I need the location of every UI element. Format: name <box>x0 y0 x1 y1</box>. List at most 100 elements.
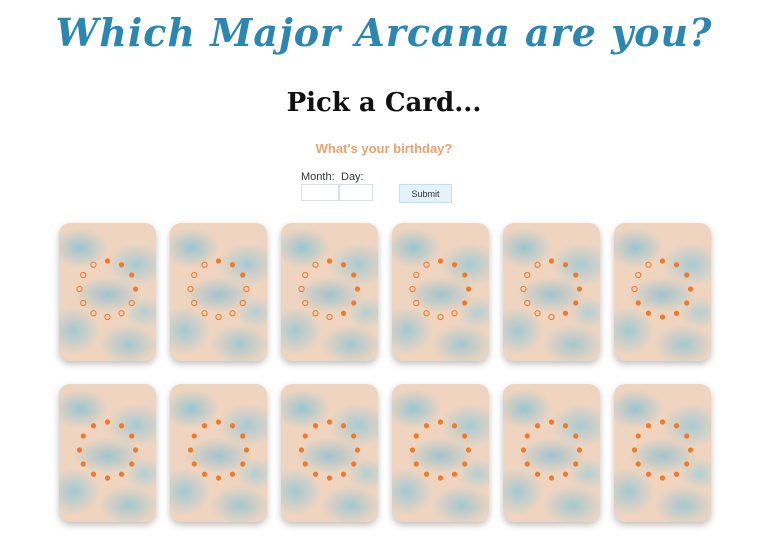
filled-dot <box>687 286 694 292</box>
filled-dot <box>229 423 236 429</box>
empty-dot <box>409 285 416 293</box>
filled-dot <box>659 258 666 264</box>
filled-dot <box>191 461 197 467</box>
month-input[interactable] <box>301 184 339 201</box>
filled-dot <box>462 461 468 467</box>
tarot-card[interactable] <box>170 384 267 522</box>
tarot-card[interactable] <box>281 384 378 522</box>
filled-dot <box>312 423 319 429</box>
tarot-card[interactable] <box>503 384 600 522</box>
filled-dot <box>524 461 530 467</box>
filled-dot <box>215 419 222 425</box>
filled-dot <box>351 433 357 439</box>
empty-dot <box>437 313 444 321</box>
filled-dot <box>326 419 333 425</box>
filled-dot <box>240 272 246 278</box>
filled-dot <box>413 461 419 467</box>
tarot-card[interactable] <box>392 223 489 361</box>
filled-dot <box>80 433 86 439</box>
dot-ring-icon <box>76 419 139 481</box>
empty-dot <box>90 261 97 268</box>
tarot-card[interactable] <box>59 223 156 361</box>
filled-dot <box>562 471 569 477</box>
filled-dot <box>562 262 569 268</box>
dot-ring-icon <box>631 419 694 481</box>
filled-dot <box>118 423 125 429</box>
day-label: Day: <box>341 171 364 183</box>
empty-dot <box>302 271 309 279</box>
dot-ring-icon <box>631 258 694 320</box>
filled-dot <box>354 286 361 292</box>
empty-dot <box>239 299 246 307</box>
filled-dot <box>326 475 333 481</box>
birthday-question: What's your birthday? <box>315 141 453 156</box>
filled-dot <box>132 286 139 292</box>
filled-dot <box>129 272 135 278</box>
filled-dot <box>340 471 347 477</box>
filled-dot <box>684 433 690 439</box>
empty-dot <box>451 310 458 317</box>
filled-dot <box>340 310 347 316</box>
empty-dot <box>635 271 642 279</box>
page-title: Which Major Arcana are you? <box>55 10 713 55</box>
empty-dot <box>312 261 319 268</box>
filled-dot <box>635 461 641 467</box>
filled-dot <box>631 447 638 453</box>
filled-dot <box>215 258 222 264</box>
tarot-card[interactable] <box>59 384 156 522</box>
filled-dot <box>191 433 197 439</box>
tarot-card[interactable] <box>392 384 489 522</box>
filled-dot <box>80 461 86 467</box>
filled-dot <box>465 286 472 292</box>
dot-ring-icon <box>187 258 250 321</box>
empty-dot <box>76 285 83 293</box>
tarot-card[interactable] <box>614 223 711 361</box>
filled-dot <box>312 471 319 477</box>
filled-dot <box>635 300 641 306</box>
filled-dot <box>187 447 194 453</box>
filled-dot <box>437 475 444 481</box>
empty-dot <box>423 310 430 317</box>
tarot-card[interactable] <box>170 223 267 361</box>
day-input[interactable] <box>339 184 373 201</box>
filled-dot <box>351 300 357 306</box>
filled-dot <box>548 419 555 425</box>
filled-dot <box>462 300 468 306</box>
dot-ring-icon <box>409 258 472 321</box>
empty-dot <box>645 261 652 268</box>
filled-dot <box>90 471 97 477</box>
filled-dot <box>645 471 652 477</box>
filled-dot <box>423 471 430 477</box>
tarot-card[interactable] <box>614 384 711 522</box>
filled-dot <box>129 461 135 467</box>
filled-dot <box>229 471 236 477</box>
filled-dot <box>201 471 208 477</box>
dot-ring-icon <box>76 258 139 321</box>
filled-dot <box>437 419 444 425</box>
empty-dot <box>312 310 319 317</box>
filled-dot <box>201 423 208 429</box>
filled-dot <box>240 461 246 467</box>
tarot-card[interactable] <box>503 223 600 361</box>
filled-dot <box>524 433 530 439</box>
filled-dot <box>673 423 680 429</box>
filled-dot <box>451 262 458 268</box>
filled-dot <box>229 262 236 268</box>
filled-dot <box>132 447 139 453</box>
filled-dot <box>129 433 135 439</box>
submit-button[interactable]: Submit <box>399 184 452 203</box>
filled-dot <box>462 272 468 278</box>
filled-dot <box>90 423 97 429</box>
empty-dot <box>524 299 531 307</box>
filled-dot <box>423 423 430 429</box>
filled-dot <box>243 447 250 453</box>
filled-dot <box>573 433 579 439</box>
empty-dot <box>215 313 222 321</box>
empty-dot <box>534 310 541 317</box>
filled-dot <box>635 433 641 439</box>
filled-dot <box>240 433 246 439</box>
filled-dot <box>573 300 579 306</box>
filled-dot <box>534 423 541 429</box>
tarot-card[interactable] <box>281 223 378 361</box>
empty-dot <box>104 313 111 321</box>
